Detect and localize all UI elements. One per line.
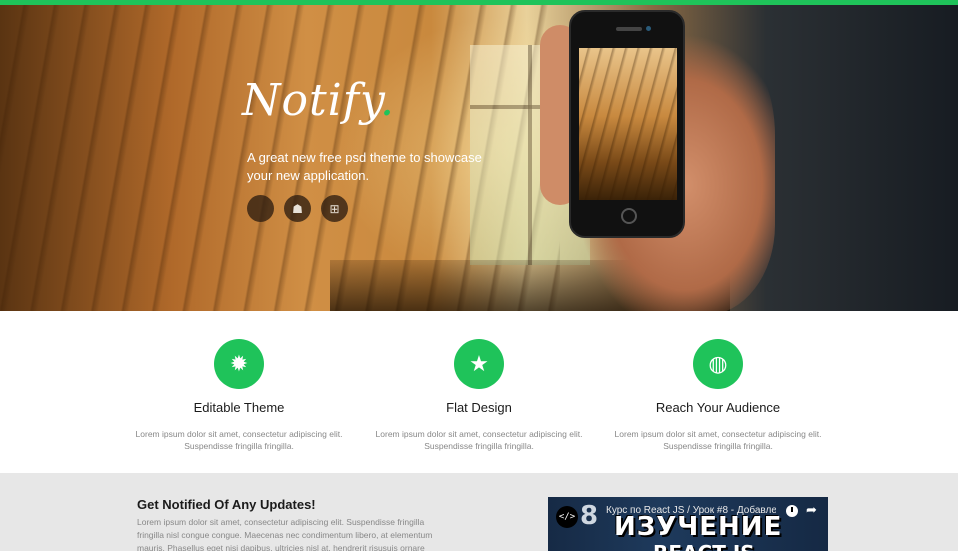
video-thumbnail-caption: ИЗУЧЕНИЕ (614, 512, 783, 542)
windows-store-link[interactable]: ⊞ (321, 195, 348, 222)
android-store-link[interactable]: ☗ (284, 195, 311, 222)
gear-icon-glyph: ✹ (229, 351, 249, 376)
logo[interactable]: Notify. (242, 77, 395, 125)
hero-tagline: A great new free psd theme to showcase y… (247, 150, 482, 183)
share-icon[interactable]: ➦ (806, 502, 817, 518)
video-thumbnail-caption-2: REACT JS (653, 541, 755, 551)
hero-section: Notify. A great new free psd theme to sh… (0, 5, 958, 311)
star-icon-glyph: ★ (469, 351, 489, 376)
apple-store-link[interactable] (247, 195, 274, 222)
gear-icon: ✹ (214, 339, 264, 389)
feature-text: Lorem ipsum dolor sit amet, consectetur … (614, 429, 822, 451)
updates-title: Get Notified Of Any Updates! (137, 497, 316, 512)
phone-mockup (569, 10, 685, 238)
updates-text: Lorem ipsum dolor sit amet, consectetur … (137, 517, 433, 551)
feature-text: Lorem ipsum dolor sit amet, consectetur … (375, 429, 583, 451)
video-lesson-number: 8 (580, 501, 599, 531)
feature-title: Editable Theme (193, 400, 285, 415)
globe-icon-glyph: ◍ (708, 351, 728, 376)
star-icon: ★ (454, 339, 504, 389)
updates-section: Get Notified Of Any Updates! Lorem ipsum… (0, 473, 958, 551)
features-section: ✹ Editable Theme Lorem ipsum dolor sit a… (0, 311, 958, 473)
video-embed[interactable]: </> 8 Курс по React JS / Урок #8 - Добав… (548, 497, 828, 551)
embed-code-icon[interactable]: </> (556, 506, 578, 528)
feature-text: Lorem ipsum dolor sit amet, consectetur … (135, 429, 343, 451)
feature-title: Flat Design (446, 400, 512, 415)
watch-later-icon[interactable] (786, 505, 798, 517)
globe-icon: ◍ (693, 339, 743, 389)
windows-icon: ⊞ (329, 201, 340, 216)
feature-title: Reach Your Audience (655, 400, 781, 415)
phone-home-button (621, 208, 637, 224)
phone-speaker (616, 27, 642, 31)
logo-dot: . (380, 75, 396, 126)
android-icon: ☗ (292, 201, 303, 216)
platform-links: ☗ ⊞ (247, 195, 348, 222)
phone-screen (579, 48, 677, 200)
logo-text: Notify (242, 75, 381, 126)
phone-camera (646, 26, 651, 31)
